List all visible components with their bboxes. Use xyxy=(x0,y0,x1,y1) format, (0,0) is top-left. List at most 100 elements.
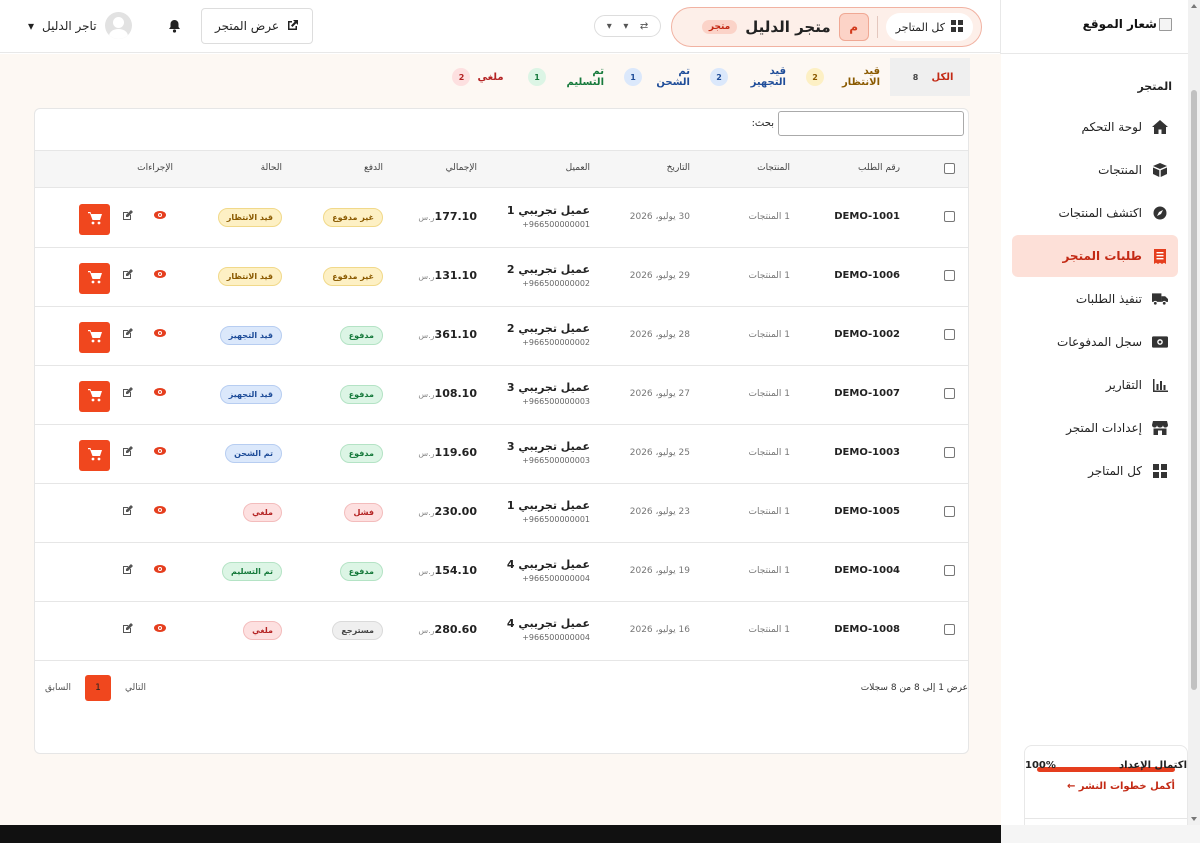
customer-cell: عميل تجريبي 2 +966500000002 xyxy=(507,263,590,288)
sidebar-item-4[interactable]: تنفيذ الطلبات xyxy=(1012,278,1178,320)
row-checkbox[interactable] xyxy=(944,211,955,222)
payment-badge: مدفوع xyxy=(339,444,383,463)
view-icon[interactable] xyxy=(153,326,167,340)
customer-phone: +966500000002 xyxy=(522,338,590,347)
cart-button[interactable] xyxy=(79,322,110,353)
row-checkbox[interactable] xyxy=(944,270,955,281)
order-id[interactable]: DEMO-1007 xyxy=(834,388,900,399)
site-logo[interactable]: شعار الموقع xyxy=(1083,17,1172,31)
pagination: التالي 1 السابق xyxy=(45,675,146,701)
all-stores-button[interactable]: كل المتاجر xyxy=(885,13,973,41)
status-tab-0[interactable]: الكل 8 xyxy=(890,58,970,96)
sidebar-item-8[interactable]: كل المتاجر xyxy=(1012,450,1178,492)
scroll-up-icon[interactable] xyxy=(1191,4,1197,8)
view-icon[interactable] xyxy=(153,267,167,281)
pager-next[interactable]: التالي xyxy=(125,683,146,693)
currency: ر.س xyxy=(418,272,435,281)
sidebar-item-7[interactable]: إعدادات المتجر xyxy=(1012,407,1178,449)
row-checkbox[interactable] xyxy=(944,447,955,458)
edit-icon[interactable] xyxy=(120,267,134,281)
sidebar-item-3[interactable]: طلبات المتجر xyxy=(1012,235,1178,277)
status-tab-1[interactable]: قيد الانتظار 2 xyxy=(796,58,890,96)
view-icon[interactable] xyxy=(153,503,167,517)
row-checkbox[interactable] xyxy=(944,388,955,399)
cart-button[interactable] xyxy=(79,440,110,471)
order-id[interactable]: DEMO-1005 xyxy=(834,506,900,517)
edit-icon[interactable] xyxy=(120,503,134,517)
status-tab-label: قيد التجهيز xyxy=(750,66,786,88)
payment-badge: مدفوع xyxy=(339,326,383,345)
view-store-button[interactable]: عرض المتجر xyxy=(201,8,313,44)
scrollbar-thumb[interactable] xyxy=(1191,90,1197,690)
payment-badge: فشل xyxy=(344,503,383,522)
status-badge: قيد الانتظار xyxy=(217,208,282,227)
status-tab-2[interactable]: قيد التجهيز 2 xyxy=(700,58,796,96)
edit-icon[interactable] xyxy=(120,208,134,222)
sidebar-nav: لوحة التحكم المنتجات اكتشف المنتجات طلبات ا… xyxy=(1012,106,1178,493)
order-id[interactable]: DEMO-1006 xyxy=(834,270,900,281)
pager-page-1[interactable]: 1 xyxy=(85,675,112,701)
cart-button[interactable] xyxy=(79,204,110,235)
order-date: 25 يوليو، 2026 xyxy=(629,448,690,458)
order-id[interactable]: DEMO-1004 xyxy=(834,565,900,576)
sidebar-item-0[interactable]: لوحة التحكم xyxy=(1012,106,1178,148)
view-icon[interactable] xyxy=(153,444,167,458)
edit-icon[interactable] xyxy=(120,621,134,635)
sidebar-item-6[interactable]: التقارير xyxy=(1012,364,1178,406)
view-icon[interactable] xyxy=(153,562,167,576)
row-checkbox[interactable] xyxy=(944,624,955,635)
sidebar-item-1[interactable]: المنتجات xyxy=(1012,149,1178,191)
customer-cell: عميل تجريبي 1 +966500000001 xyxy=(507,204,590,229)
currency: ر.س xyxy=(418,213,435,222)
view-icon[interactable] xyxy=(153,208,167,222)
sidebar-item-2[interactable]: اكتشف المنتجات xyxy=(1012,192,1178,234)
divider xyxy=(1001,53,1188,54)
order-date: 30 يوليو، 2026 xyxy=(629,212,690,222)
status-tab-3[interactable]: تم الشحن 1 xyxy=(614,58,700,96)
edit-icon[interactable] xyxy=(120,562,134,576)
order-id[interactable]: DEMO-1008 xyxy=(834,624,900,635)
currency: ر.س xyxy=(418,626,435,635)
bell-icon[interactable] xyxy=(168,19,181,36)
status-tab-4[interactable]: تم التسليم 1 xyxy=(518,58,614,96)
products-count: 1 المنتجات xyxy=(748,389,791,399)
customer-phone: +966500000001 xyxy=(522,220,590,229)
row-checkbox[interactable] xyxy=(944,329,955,340)
table-row: DEMO-1006 1 المنتجات 29 يوليو، 2026 عميل تج… xyxy=(35,248,968,307)
total-cell: 119.60 ر.س xyxy=(412,446,477,459)
edit-icon[interactable] xyxy=(120,385,134,399)
customer-phone: +966500000003 xyxy=(522,456,590,465)
row-checkbox[interactable] xyxy=(944,506,955,517)
order-total: 119.60 xyxy=(434,446,477,459)
search-input[interactable] xyxy=(778,111,964,136)
order-id[interactable]: DEMO-1003 xyxy=(834,447,900,458)
scrollbar[interactable] xyxy=(1188,0,1200,825)
sidebar-item-label: سجل المدفوعات xyxy=(1057,335,1142,349)
cart-icon xyxy=(87,329,102,346)
order-id[interactable]: DEMO-1001 xyxy=(834,211,900,222)
payment-badge: غير مدفوع xyxy=(323,267,383,286)
total-cell: 131.10 ر.س xyxy=(412,269,477,282)
sidebar-item-label: تنفيذ الطلبات xyxy=(1075,292,1142,306)
sidebar-item-5[interactable]: سجل المدفوعات xyxy=(1012,321,1178,363)
edit-icon[interactable] xyxy=(120,326,134,340)
view-icon[interactable] xyxy=(153,621,167,635)
row-checkbox[interactable] xyxy=(944,565,955,576)
status-tab-5[interactable]: ملغي 2 xyxy=(438,58,518,96)
store-switcher[interactable]: كل المتاجر م متجر الدليل متجر xyxy=(671,7,982,47)
status-tab-count: 2 xyxy=(806,68,824,86)
user-menu[interactable]: تاجر الدليل ▾ xyxy=(28,12,132,39)
receipt-icon xyxy=(1152,248,1168,264)
pager-prev[interactable]: السابق xyxy=(45,683,71,693)
order-id[interactable]: DEMO-1002 xyxy=(834,329,900,340)
customer-name: عميل تجريبي 4 xyxy=(506,558,590,571)
edit-icon[interactable] xyxy=(120,444,134,458)
cart-button[interactable] xyxy=(79,263,110,294)
cart-button[interactable] xyxy=(79,381,110,412)
scroll-down-icon[interactable] xyxy=(1191,817,1197,821)
select-all-checkbox[interactable] xyxy=(944,163,955,174)
sidebar-item-label: المنتجات xyxy=(1098,163,1142,177)
header-products: المنتجات xyxy=(757,163,790,173)
store-select[interactable]: ⇄ ▾ ▾ xyxy=(594,15,661,37)
view-icon[interactable] xyxy=(153,385,167,399)
